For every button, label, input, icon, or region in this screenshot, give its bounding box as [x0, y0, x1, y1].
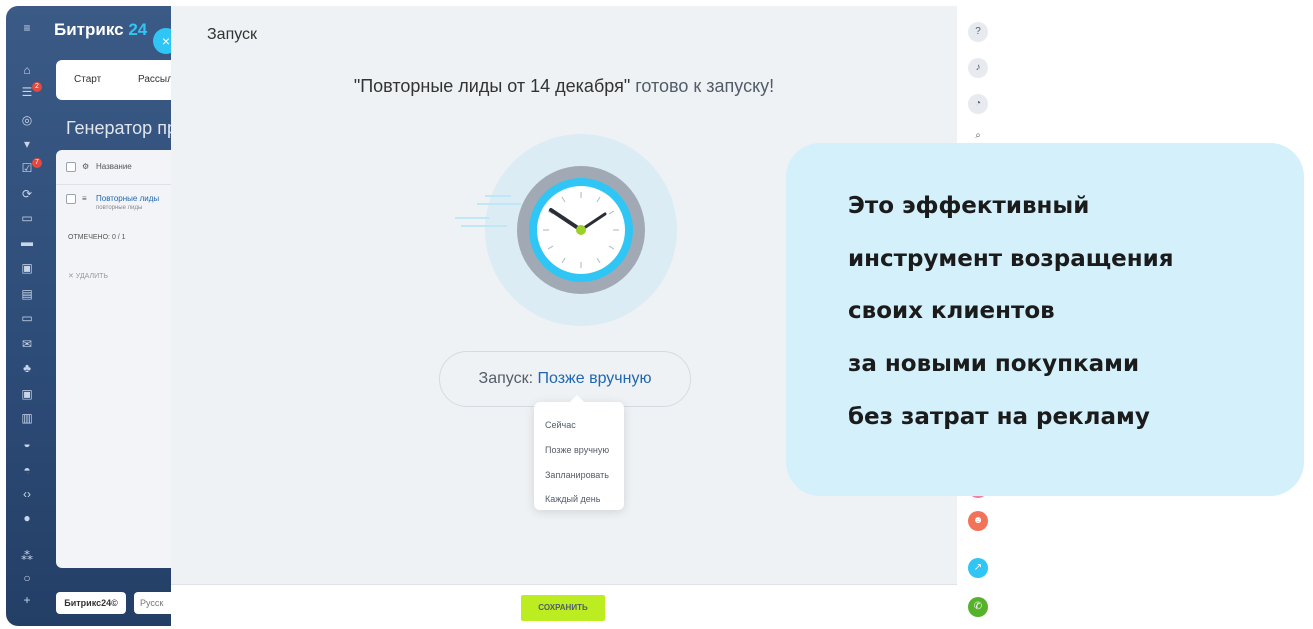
message-icon[interactable]: ▬	[20, 236, 34, 248]
calendar-icon[interactable]: ▣	[20, 262, 34, 274]
tab-start[interactable]: Старт	[74, 74, 101, 85]
row-menu-icon[interactable]: ≡	[82, 194, 87, 203]
contacts-icon[interactable]: ♣	[20, 362, 34, 374]
store-icon[interactable]: ▥	[20, 412, 34, 424]
sitemap-icon[interactable]: ⁂	[20, 550, 34, 562]
sync-icon[interactable]: ⟳	[20, 188, 34, 200]
ready-headline: "Повторные лиды от 14 декабря" готово к …	[171, 76, 957, 97]
tab-mailings[interactable]: Рассыл	[138, 74, 173, 85]
bitrix-logo: Битрикс 24	[54, 20, 148, 39]
settings-icon[interactable]: ○	[20, 572, 34, 584]
left-nav-rail: ≡ ⌂ ☰ 2 ◎ ▾ ☑ 7 ⟳ ▭ ▬ ▣ ▤ ▭ ✉ ♣ ▣ ▥ ◒ ◓ …	[6, 6, 50, 626]
cart-icon[interactable]: ▾	[20, 138, 34, 150]
launch-label: Запуск:	[478, 370, 538, 387]
callout-line-5: без затрат на рекламу	[848, 404, 1150, 430]
promo-callout: Это эффективный инструмент возращения св…	[786, 143, 1304, 496]
notification-badge: 2	[32, 82, 42, 92]
callout-line-3: своих клиентов	[848, 298, 1055, 324]
add-icon[interactable]: +	[20, 594, 34, 606]
phone-icon[interactable]: ✆	[968, 597, 988, 617]
ready-text: готово к запуску!	[630, 76, 775, 96]
launch-value[interactable]: Позже вручную	[537, 370, 651, 387]
mail-icon[interactable]: ✉	[20, 338, 34, 350]
save-button[interactable]: СОХРАНИТЬ	[521, 595, 605, 621]
group-icon[interactable]: ☻	[968, 511, 988, 531]
delete-button[interactable]: ✕ УДАЛИТЬ	[68, 272, 108, 280]
bell-icon[interactable]: ♪	[968, 58, 988, 78]
column-name[interactable]: Название	[96, 162, 132, 171]
drive-icon[interactable]: ▭	[20, 312, 34, 324]
clock-icon	[455, 134, 677, 326]
launch-mode-selector[interactable]: Запуск: Позже вручную	[439, 351, 691, 407]
box-icon[interactable]: ◒	[20, 438, 34, 450]
package-icon[interactable]: ◓	[20, 464, 34, 476]
help-icon[interactable]: ?	[968, 22, 988, 42]
chat-icon[interactable]: ▭	[20, 212, 34, 224]
callout-line-1: Это эффективный	[848, 193, 1090, 219]
campaign-name: "Повторные лиды от 14 декабря"	[353, 76, 631, 96]
check-icon[interactable]: ●	[20, 512, 34, 524]
selected-count: ОТМЕЧЕНО: 0 / 1	[68, 234, 126, 241]
target-icon[interactable]: ◎	[20, 114, 34, 126]
row-checkbox[interactable]	[66, 194, 76, 204]
row-subtitle: повторные лиды	[96, 205, 143, 211]
option-daily[interactable]: Каждый день	[545, 494, 600, 504]
code-icon[interactable]: ‹›	[20, 488, 34, 500]
tasks-badge: 7	[32, 158, 42, 168]
callout-line-2: инструмент возращения	[848, 246, 1174, 272]
footer-logo[interactable]: Битрикс24©	[56, 592, 126, 614]
share-icon[interactable]: ↗	[968, 558, 988, 578]
option-later-manual[interactable]: Позже вручную	[545, 445, 609, 455]
option-now[interactable]: Сейчас	[545, 420, 576, 430]
launch-options-menu: Сейчас Позже вручную Запланировать Кажды…	[534, 394, 624, 510]
clock-illustration	[441, 132, 681, 337]
panel-footer: СОХРАНИТЬ	[171, 584, 957, 627]
select-all-checkbox[interactable]	[66, 162, 76, 172]
callout-line-4: за новыми покупками	[848, 351, 1140, 377]
panel-title: Запуск	[207, 26, 258, 43]
row-title-link[interactable]: Повторные лиды	[96, 194, 159, 203]
option-schedule[interactable]: Запланировать	[545, 470, 609, 480]
image-icon[interactable]: ▣	[20, 388, 34, 400]
page-title: Генератор пр	[66, 118, 177, 138]
settings-gear-icon[interactable]: ⚙	[82, 162, 89, 171]
clock-icon[interactable]: ◔	[968, 94, 988, 114]
menu-icon[interactable]: ≡	[20, 22, 34, 34]
document-icon[interactable]: ▤	[20, 288, 34, 300]
home-icon[interactable]: ⌂	[20, 64, 34, 76]
